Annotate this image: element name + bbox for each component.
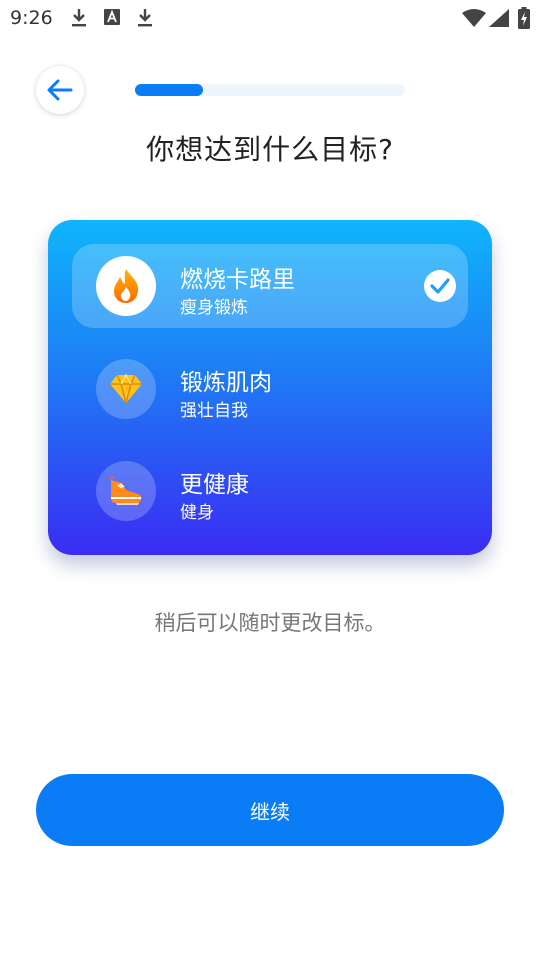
fire-icon <box>96 256 156 316</box>
goal-option-subtitle: 健身 <box>180 503 214 523</box>
goal-option-title: 锻炼肌肉 <box>180 370 272 396</box>
goal-option-build-muscle[interactable]: 锻炼肌肉 强壮自我 <box>72 347 468 431</box>
progress-bar <box>135 84 405 96</box>
font-icon <box>104 8 120 30</box>
goal-option-be-healthier[interactable]: 更健康 健身 <box>72 449 468 533</box>
check-icon <box>424 270 456 302</box>
status-bar: 9:26 <box>0 0 540 38</box>
wifi-icon <box>462 9 486 31</box>
page-title: 你想达到什么目标? <box>146 133 394 166</box>
download-icon <box>70 8 88 32</box>
progress-fill <box>135 84 203 96</box>
diamond-icon <box>96 359 156 419</box>
change-goal-hint: 稍后可以随时更改目标。 <box>154 611 386 635</box>
goal-option-subtitle: 强壮自我 <box>180 401 248 421</box>
continue-button[interactable]: 继续 <box>36 774 504 846</box>
back-button[interactable] <box>36 66 84 114</box>
goal-option-burn-calories[interactable]: 燃烧卡路里 瘦身锻炼 <box>72 244 468 328</box>
goal-option-title: 燃烧卡路里 <box>180 267 295 293</box>
signal-icon <box>489 9 509 31</box>
status-time: 9:26 <box>10 7 53 29</box>
goal-selection-screen: 9:26 你想达到什么目标? 燃烧卡路里 瘦身锻炼 锻炼肌肉 强壮自我 更健康 … <box>0 0 540 960</box>
battery-charging-icon <box>518 7 530 33</box>
goal-options-card: 燃烧卡路里 瘦身锻炼 锻炼肌肉 强壮自我 更健康 健身 <box>48 220 492 555</box>
download-icon <box>136 8 154 32</box>
goal-option-title: 更健康 <box>180 472 249 498</box>
goal-option-subtitle: 瘦身锻炼 <box>180 298 248 318</box>
sneaker-icon <box>96 461 156 521</box>
arrow-left-icon <box>47 79 73 101</box>
